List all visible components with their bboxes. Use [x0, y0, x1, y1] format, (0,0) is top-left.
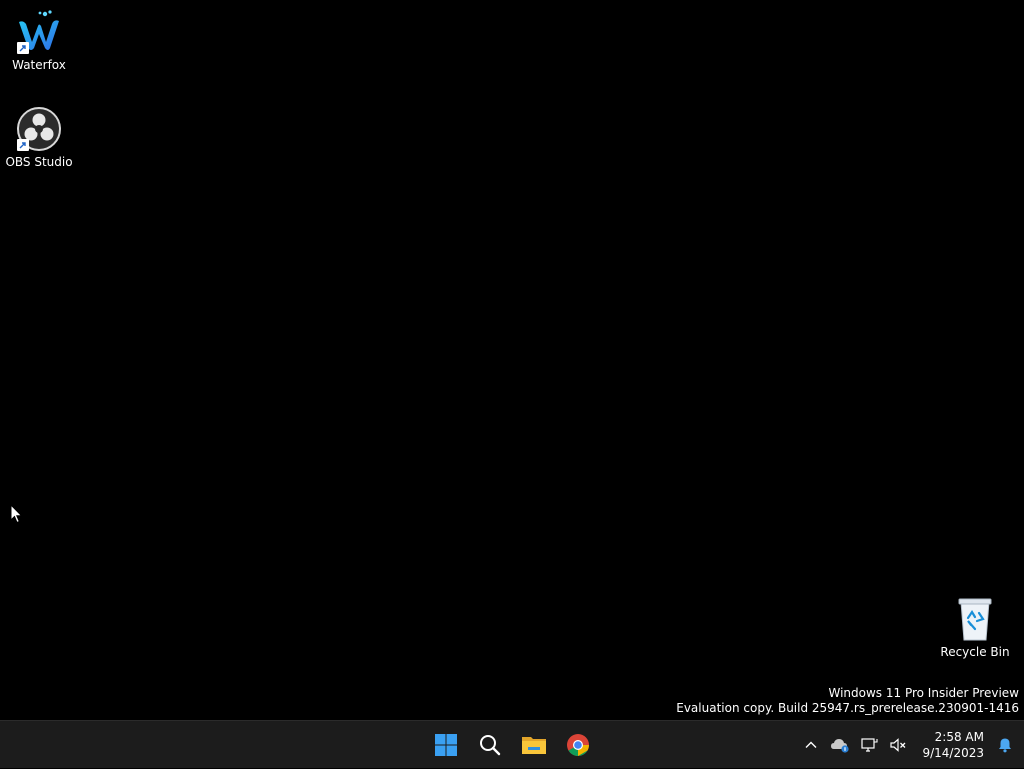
volume-button[interactable] [883, 725, 912, 765]
recycle-bin-icon [951, 595, 999, 643]
watermark-line-2: Evaluation copy. Build 25947.rs_prerelea… [676, 701, 1019, 715]
search-button[interactable] [468, 725, 512, 765]
shortcut-arrow-icon [17, 42, 29, 54]
clock-time: 2:58 AM [934, 730, 984, 744]
start-button[interactable] [424, 725, 468, 765]
notifications-button[interactable] [990, 725, 1020, 765]
desktop-icon-waterfox[interactable]: Waterfox [1, 8, 77, 72]
obs-studio-icon [15, 105, 63, 153]
desktop-icon-label: Recycle Bin [940, 645, 1010, 659]
mouse-cursor-icon [10, 503, 24, 524]
file-explorer-icon [522, 737, 546, 754]
volume-muted-icon [890, 738, 906, 752]
network-button[interactable] [854, 725, 883, 765]
chrome-icon [567, 734, 589, 756]
watermark-line-1: Windows 11 Pro Insider Preview [828, 686, 1019, 700]
chrome-button[interactable] [556, 725, 600, 765]
windows-start-icon [435, 734, 457, 756]
file-explorer-button[interactable] [512, 725, 556, 765]
system-tray: 2:58 AM 9/14/2023 [796, 721, 1024, 769]
onedrive-icon [830, 739, 849, 753]
taskbar-pinned-apps [424, 721, 600, 769]
network-icon [861, 738, 878, 752]
windows-watermark: Windows 11 Pro Insider Preview Evaluatio… [676, 686, 1019, 716]
clock[interactable]: 2:58 AM 9/14/2023 [912, 725, 990, 765]
desktop-icon-recycle-bin[interactable]: Recycle Bin [937, 595, 1013, 659]
onedrive-button[interactable] [825, 725, 854, 765]
notification-bell-icon [999, 738, 1011, 753]
desktop-icon-obs-studio[interactable]: OBS Studio [1, 105, 77, 169]
taskbar: 2:58 AM 9/14/2023 [0, 720, 1024, 768]
show-hidden-icons-button[interactable] [796, 725, 825, 765]
chevron-up-icon [805, 741, 817, 748]
desktop: Waterfox OBS Studio Recycle Bin Windows … [0, 0, 1024, 720]
waterfox-icon [15, 8, 63, 56]
desktop-icon-label: Waterfox [12, 58, 66, 72]
clock-date: 9/14/2023 [922, 746, 984, 760]
search-icon [480, 735, 501, 756]
shortcut-arrow-icon [17, 139, 29, 151]
desktop-icon-label: OBS Studio [5, 155, 73, 169]
